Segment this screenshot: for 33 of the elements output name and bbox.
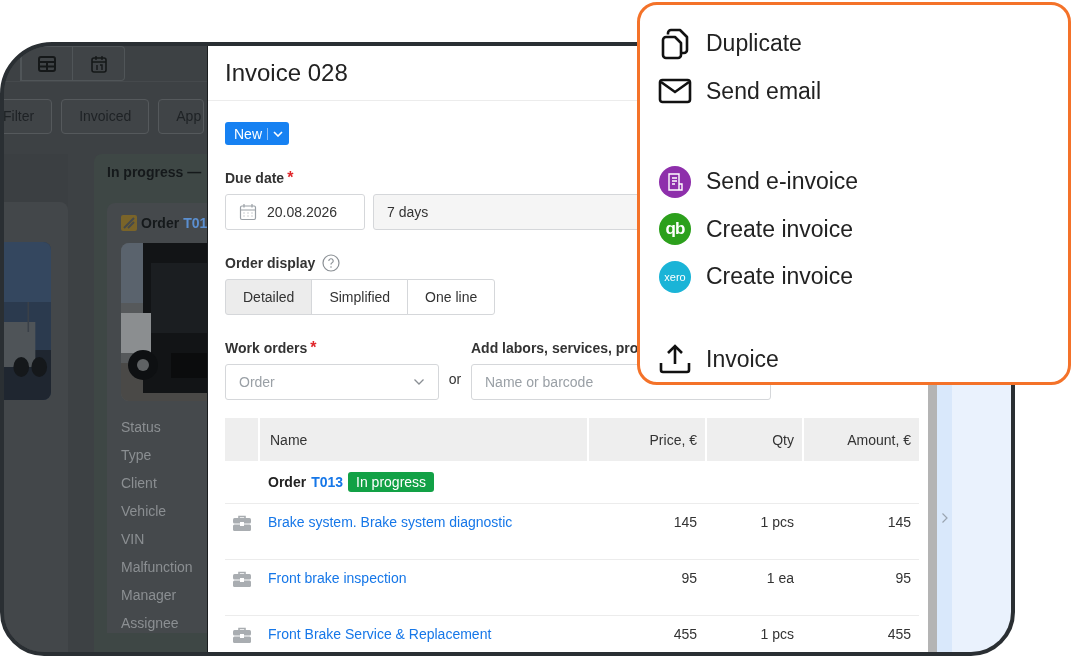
qty-cell-text: 1 pcs: [760, 514, 794, 532]
field-label: Due date: [225, 170, 285, 186]
field-label: Vehicle: [121, 502, 168, 521]
modal-title: Invoice 028: [225, 59, 348, 87]
field-label: Add labors, services, pro: [471, 340, 639, 356]
amount-cell-text: 455: [887, 626, 911, 644]
logo-icon: qb: [659, 213, 691, 246]
column-header: Amount, €: [802, 418, 919, 461]
price-cell-text: 95: [681, 570, 697, 588]
field-label: Assignee: [121, 614, 180, 633]
logo-icon: xero: [659, 260, 691, 293]
price-cell-text: 455: [673, 626, 697, 644]
amount-cell-text: 145: [887, 514, 911, 532]
field-label: Status: [121, 418, 162, 437]
group-title: Order: [268, 474, 307, 490]
field-label: Client: [121, 474, 158, 493]
field-label: Type: [121, 446, 153, 465]
status-badge: In progress: [348, 472, 435, 492]
qty-cell-text: 1 pcs: [760, 626, 794, 644]
qty-cell-text: 1 ea: [766, 570, 794, 588]
field-label: VIN: [121, 530, 146, 549]
amount-cell-text: 95: [895, 570, 911, 588]
required-mark: *: [287, 169, 294, 187]
separator-text: or: [447, 370, 463, 389]
column-header: Name: [258, 418, 587, 461]
required-mark: *: [310, 339, 317, 357]
column-header: Qty: [705, 418, 802, 461]
field-label: Order display: [225, 255, 316, 271]
field-label: Work orders: [225, 340, 308, 356]
price-cell-text: 145: [673, 514, 697, 532]
field-label: Manager: [121, 586, 178, 605]
field-label: Malfunction: [121, 558, 194, 577]
column-header: Price, €: [587, 418, 705, 461]
